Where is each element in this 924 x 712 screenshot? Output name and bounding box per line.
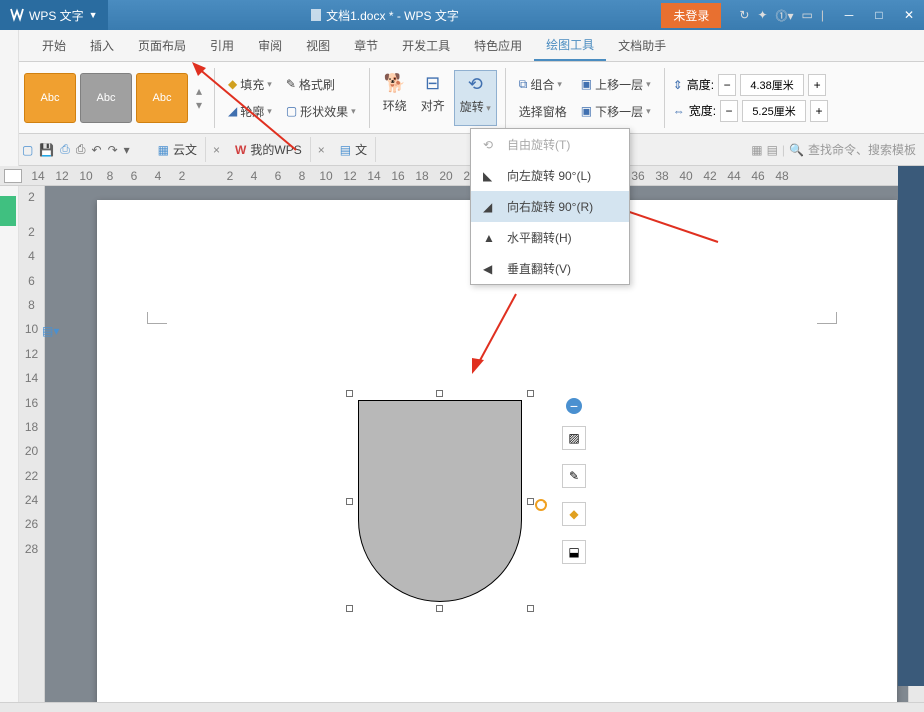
ruler-vertical[interactable]: 2246810121416182022242628	[19, 186, 45, 702]
maximize-button[interactable]: □	[864, 0, 894, 30]
doc-icon	[310, 8, 322, 22]
float-tool-4[interactable]: ⬓	[562, 540, 586, 564]
menu-devtools[interactable]: 开发工具	[390, 31, 462, 60]
height-input[interactable]	[740, 74, 804, 96]
collapse-float-button[interactable]: −	[566, 398, 582, 414]
new-icon[interactable]: ▢	[22, 143, 33, 157]
style-preset-1[interactable]: Abc	[24, 73, 76, 123]
bring-forward-button[interactable]: ▣上移一层▾	[576, 73, 656, 96]
sel-handle-sw[interactable]	[346, 605, 353, 612]
rotate-option-3[interactable]: ▲水平翻转(H)	[471, 222, 629, 253]
save-icon[interactable]: 💾	[39, 143, 54, 157]
sel-handle-ne[interactable]	[527, 390, 534, 397]
arrow-3	[462, 288, 532, 378]
width-label: 宽度:	[689, 102, 716, 119]
list-icon[interactable]: ▤	[767, 143, 778, 157]
search-box[interactable]: ▦ ▤ | 🔍 查找命令、搜索模板	[751, 141, 916, 158]
height-dec[interactable]: −	[718, 74, 736, 96]
rotate-dropdown: ⟲自由旋转(T)◣向左旋转 90°(L)◢向右旋转 90°(R)▲水平翻转(H)…	[470, 128, 630, 285]
sel-handle-e[interactable]	[527, 498, 534, 505]
wps-logo-icon	[10, 8, 24, 22]
height-label: 高度:	[687, 76, 714, 93]
window-controls: － □ ✕	[834, 0, 924, 30]
send-backward-button[interactable]: ▣下移一层▾	[576, 100, 656, 123]
sel-handle-s[interactable]	[436, 605, 443, 612]
tab-mywps-close[interactable]: ×	[315, 143, 328, 157]
float-tool-3[interactable]: ◆	[562, 502, 586, 526]
height-icon: ⇕	[673, 78, 683, 92]
sel-handle-se[interactable]	[527, 605, 534, 612]
menu-insert[interactable]: 插入	[78, 31, 126, 60]
width-icon: ⇔	[673, 104, 685, 118]
float-tool-2[interactable]: ✎	[562, 464, 586, 488]
float-tool-1[interactable]: ▨	[562, 426, 586, 450]
title-center: 文档1.docx * - WPS 文字	[108, 7, 662, 24]
menu-special[interactable]: 特色应用	[462, 31, 534, 60]
menu-section[interactable]: 章节	[342, 31, 390, 60]
left-edge-strip	[0, 30, 19, 712]
rotate-option-4[interactable]: ◀垂直翻转(V)	[471, 253, 629, 284]
bottom-strip	[0, 702, 924, 712]
menu-bar: 开始 插入 页面布局 引用 审阅 视图 章节 开发工具 特色应用 绘图工具 文档…	[0, 30, 924, 62]
sync-icon[interactable]: ↻	[739, 8, 749, 22]
ruler-horizontal[interactable]: 1412108642246810121416182022242628303234…	[0, 166, 924, 186]
ribbon: Abc Abc Abc ▴▾ ◆填充▾ ◢轮廓▾ ✎格式刷 ▢形状效果▾ 🐕环绕…	[0, 62, 924, 134]
width-inc[interactable]: +	[810, 100, 828, 122]
height-inc[interactable]: +	[808, 74, 826, 96]
login-button[interactable]: 未登录	[661, 3, 721, 28]
title-bar: WPS 文字 ▼ 文档1.docx * - WPS 文字 未登录 ↻ ✦ ⓵▾ …	[0, 0, 924, 30]
width-input[interactable]	[742, 100, 806, 122]
skin-icon[interactable]: ▭	[802, 8, 813, 22]
app-menu-dd[interactable]: ▼	[89, 10, 98, 20]
left-badge	[0, 196, 16, 226]
search-icon: 🔍	[789, 143, 804, 157]
side-indicator[interactable]: ▤▾	[42, 324, 60, 338]
rotate-option-2[interactable]: ◢向右旋转 90°(R)	[471, 191, 629, 222]
menu-reference[interactable]: 引用	[198, 31, 246, 60]
redo-icon[interactable]: ↷	[108, 143, 118, 157]
menu-drawtools[interactable]: 绘图工具	[534, 30, 606, 61]
app-name: WPS 文字	[29, 7, 84, 24]
wrap-button[interactable]: 🐕环绕	[378, 70, 412, 126]
minimize-button[interactable]: －	[834, 0, 864, 30]
menu-review[interactable]: 审阅	[246, 31, 294, 60]
menu-dochelper[interactable]: 文档助手	[606, 31, 678, 60]
print-icon[interactable]: ⎙	[60, 142, 70, 157]
shape-selection[interactable]	[346, 390, 534, 612]
sel-handle-nw[interactable]	[346, 390, 353, 397]
right-collapsed-panel[interactable]	[898, 166, 924, 686]
close-button[interactable]: ✕	[894, 0, 924, 30]
arrow-1	[176, 60, 316, 170]
shield-shape[interactable]	[358, 400, 522, 602]
promo-icon[interactable]: ⓵▾	[776, 7, 794, 24]
ruler-corner[interactable]	[4, 169, 22, 183]
rotate-option-1[interactable]: ◣向左旋转 90°(L)	[471, 160, 629, 191]
rotate-button[interactable]: ⟲旋转 ▾	[454, 70, 497, 126]
tab-doc[interactable]: ▤文	[332, 137, 376, 162]
search-placeholder: 查找命令、搜索模板	[808, 141, 916, 158]
title-ext-icons: ↻ ✦ ⓵▾ ▭ |	[729, 7, 834, 24]
style-preset-2[interactable]: Abc	[80, 73, 132, 123]
app-logo[interactable]: WPS 文字 ▼	[0, 0, 108, 30]
menu-start[interactable]: 开始	[30, 31, 78, 60]
combine-button[interactable]: ⧉组合▾	[514, 73, 572, 96]
sel-handle-n[interactable]	[436, 390, 443, 397]
sel-handle-w[interactable]	[346, 498, 353, 505]
float-toolbar: ▨ ✎ ◆ ⬓	[562, 426, 586, 564]
menu-pagelayout[interactable]: 页面布局	[126, 31, 198, 60]
undo-icon[interactable]: ↶	[92, 143, 102, 157]
plus-icon[interactable]: ✦	[757, 8, 767, 22]
align-button[interactable]: ⊟对齐	[416, 70, 450, 126]
rotate-option-0: ⟲自由旋转(T)	[471, 129, 629, 160]
preview-icon[interactable]: ⎙	[76, 142, 86, 157]
rotate-handle[interactable]	[534, 498, 548, 512]
grid-icon[interactable]: ▦	[751, 143, 762, 157]
menu-view[interactable]: 视图	[294, 31, 342, 60]
tab-bar: ▢ 💾 ⎙ ⎙ ↶ ↷ ▾ ▦云文 × W我的WPS × ▤文 × + ▦ ▤ …	[0, 134, 924, 166]
doc-title: 文档1.docx * - WPS 文字	[326, 7, 459, 24]
qat-dd-icon[interactable]: ▾	[124, 143, 130, 157]
width-dec[interactable]: −	[720, 100, 738, 122]
select-pane-button[interactable]: 选择窗格	[514, 100, 572, 123]
